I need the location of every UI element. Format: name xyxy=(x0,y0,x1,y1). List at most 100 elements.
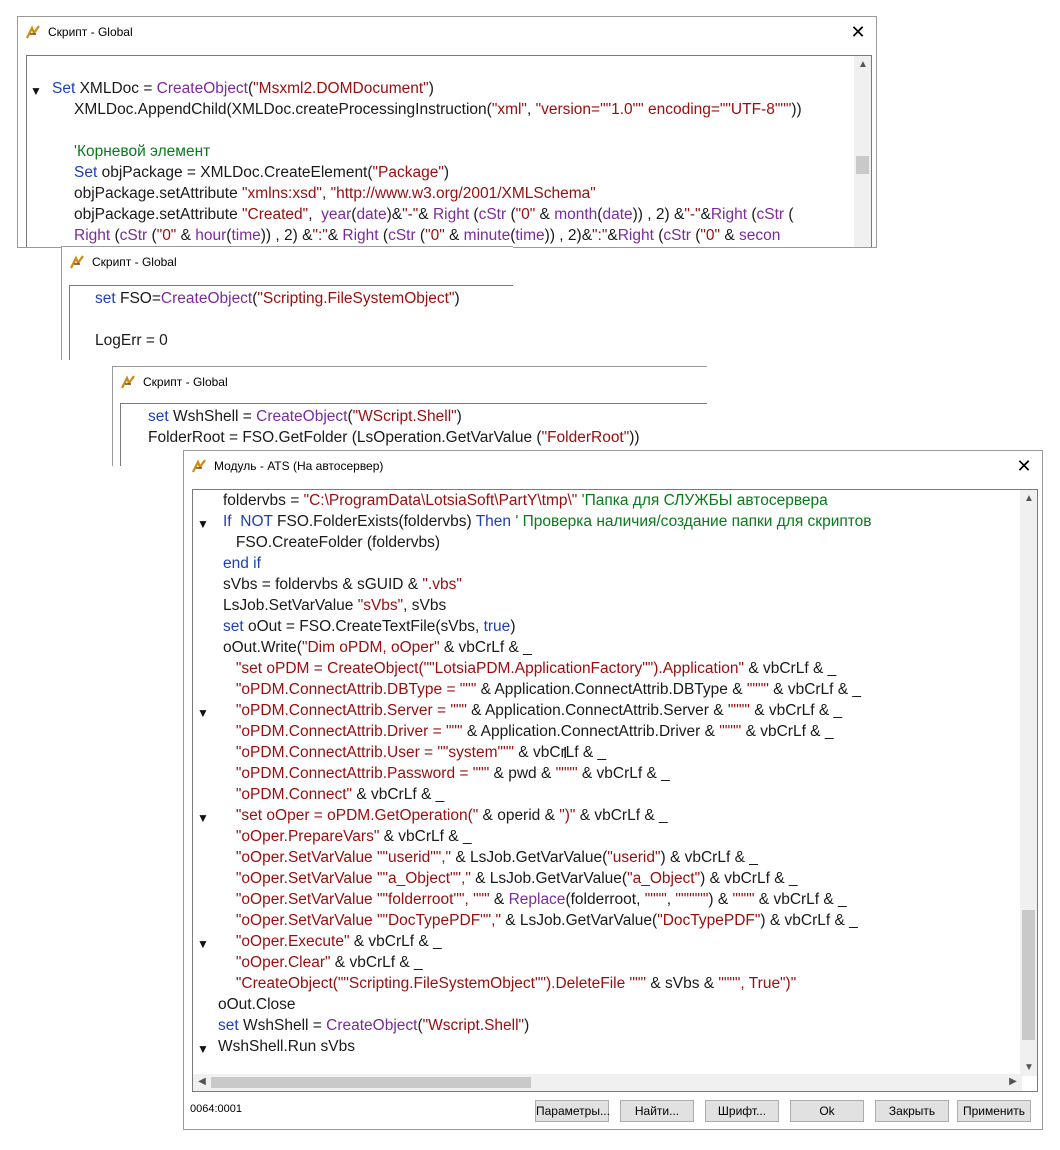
code-token: "Wscript.Shell" xyxy=(422,1017,525,1034)
code-token: "xmlns:xsd" xyxy=(242,185,322,202)
close-icon[interactable]: ✕ xyxy=(1014,456,1034,476)
code-token: sVbs = foldervbs & sGUID & xyxy=(223,576,423,593)
code-token: If xyxy=(223,513,232,530)
script-app-icon xyxy=(26,25,40,39)
scroll-left-icon[interactable]: ◀ xyxy=(195,1076,209,1087)
code-token: cStr xyxy=(663,227,691,244)
scroll-up-icon[interactable]: ▲ xyxy=(1022,493,1036,504)
vertical-scrollbar[interactable]: ▲ ▼ xyxy=(1020,490,1037,1076)
code-token: & Application.ConnectAttrib.DBType & xyxy=(476,681,747,698)
code-token: 'Корневой элемент xyxy=(74,143,211,160)
code-token: & vbCrLf & _ xyxy=(749,702,843,719)
fold-arrow-icon[interactable]: ▼ xyxy=(197,703,209,724)
code-token: "FolderRoot" xyxy=(541,429,630,446)
code-token: & xyxy=(720,227,739,244)
code-token: LsJob.SetVarValue xyxy=(223,597,358,614)
code-token: """" xyxy=(644,891,667,908)
code-token: ( xyxy=(110,227,120,244)
title-bar[interactable]: Скрипт - Global ✕ xyxy=(18,17,876,47)
scroll-thumb[interactable] xyxy=(856,156,869,174)
horizontal-scrollbar[interactable]: ◀ ▶ xyxy=(193,1074,1022,1091)
code-token: Right xyxy=(432,206,470,223)
code-token: & vbCrLf & _ xyxy=(768,681,862,698)
scroll-right-icon[interactable]: ▶ xyxy=(1006,1076,1020,1087)
code-token: "a_Object" xyxy=(627,870,701,887)
title-bar[interactable]: Модуль - ATS (На автосервер) ✕ xyxy=(184,451,1042,481)
code-token: , sVbs xyxy=(403,597,447,614)
close-icon[interactable]: ✕ xyxy=(848,22,868,42)
code-token: "oOper.SetVarValue ""folderroot"", """ xyxy=(235,891,490,908)
code-token: "Package" xyxy=(372,164,444,181)
code-token: 'Папка для СЛУЖБЫ автосервера xyxy=(581,492,828,509)
code-token: "xml" xyxy=(491,101,527,118)
code-token: "Dim oPDM, oOper" xyxy=(301,639,440,656)
code-token: ) & xyxy=(708,891,733,908)
apply-button[interactable]: Применить xyxy=(957,1100,1031,1122)
code-token: ) xyxy=(510,618,516,635)
find-button[interactable]: Найти... xyxy=(620,1100,694,1122)
close-button[interactable]: Закрыть xyxy=(875,1100,949,1122)
fold-arrow-icon[interactable]: ▼ xyxy=(197,1039,209,1060)
code-token: )) , 2) & xyxy=(260,227,313,244)
script-app-icon xyxy=(192,459,206,473)
code-token: ":" xyxy=(592,227,608,244)
code-token: & xyxy=(444,227,464,244)
code-token: date xyxy=(356,206,387,223)
code-token: & vbCrLf & _ xyxy=(349,933,442,950)
code-token: ")" xyxy=(559,807,576,824)
code-token: objPackage.setAttribute xyxy=(74,206,243,223)
code-token: ) xyxy=(454,290,460,307)
code-token: & vbCrLf & _ xyxy=(514,744,607,761)
code-token: "-" xyxy=(684,206,701,223)
code-token: cStr xyxy=(119,227,148,244)
code-token: Set xyxy=(52,80,76,97)
title-bar[interactable]: Скрипт - Global xyxy=(113,367,707,397)
fold-arrow-icon[interactable]: ▼ xyxy=(197,808,209,829)
code-token: ) & vbCrLf & _ xyxy=(760,912,858,929)
code-token: cStr xyxy=(478,206,507,223)
code-token: """" xyxy=(555,765,578,782)
scroll-up-icon[interactable]: ▲ xyxy=(856,59,870,70)
code-token: Right xyxy=(74,227,111,244)
code-token: end if xyxy=(223,555,261,572)
code-token: cStr xyxy=(388,227,416,244)
code-token: ( xyxy=(653,227,664,244)
params-button[interactable]: Параметры... xyxy=(535,1100,610,1122)
window-title: Скрипт - Global xyxy=(48,25,133,39)
code-token: foldervbs = xyxy=(223,492,304,509)
code-token: & vbCrLf & _ xyxy=(352,786,445,803)
code-token: & xyxy=(176,227,196,244)
code-token: secon xyxy=(738,227,781,244)
code-token: set xyxy=(218,1017,239,1034)
font-button[interactable]: Шрифт... xyxy=(705,1100,779,1122)
fold-arrow-icon[interactable]: ▼ xyxy=(197,514,209,535)
code-token: & operid & xyxy=(478,807,560,824)
code-token: "-" xyxy=(402,206,419,223)
scroll-thumb[interactable] xyxy=(211,1077,531,1088)
code-token: LogErr = 0 xyxy=(95,332,168,349)
code-token: set xyxy=(148,408,169,425)
code-token: & vbCrLf & _ xyxy=(577,765,670,782)
code-token: date xyxy=(602,206,633,223)
ok-button[interactable]: Ok xyxy=(790,1100,864,1122)
fold-arrow-icon[interactable]: ▼ xyxy=(197,934,209,955)
code-token: & LsJob.GetVarValue( xyxy=(470,870,628,887)
vertical-scrollbar[interactable]: ▲ xyxy=(854,56,871,247)
code-editor[interactable]: set FSO=CreateObject("Scripting.FileSyst… xyxy=(69,285,513,360)
code-editor[interactable]: ▼ Set XMLDoc = CreateObject ("Msxml2.DOMDo… xyxy=(26,55,872,247)
fold-arrow-icon[interactable]: ▼ xyxy=(30,81,42,102)
code-token: ' Проверка наличия/создание папки для ск… xyxy=(515,513,872,530)
code-token: "oPDM.ConnectAttrib.DBType = """ xyxy=(235,681,477,698)
code-token: "Scripting.FileSystemObject" xyxy=(257,290,455,307)
code-token: "set oOper = oPDM.GetOperation(" xyxy=(235,807,479,824)
scroll-down-icon[interactable]: ▼ xyxy=(1022,1062,1036,1073)
code-editor[interactable]: foldervbs = "C:\ProgramData\LotsiaSoft\P… xyxy=(192,489,1038,1092)
code-token: "userid" xyxy=(607,849,661,866)
window-title: Скрипт - Global xyxy=(92,255,177,269)
title-bar[interactable]: Скрипт - Global xyxy=(62,247,513,277)
scroll-thumb[interactable] xyxy=(1022,910,1035,1040)
